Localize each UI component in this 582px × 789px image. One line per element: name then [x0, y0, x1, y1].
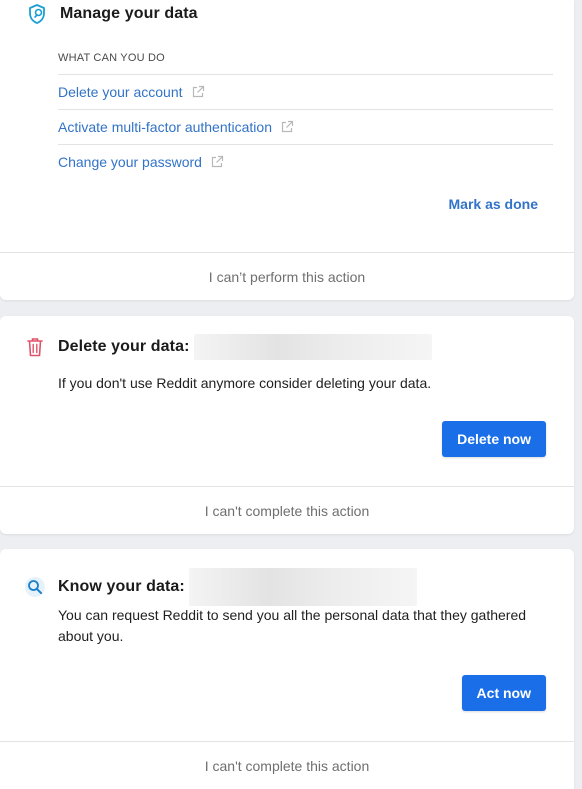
- act-now-button[interactable]: Act now: [461, 675, 546, 711]
- card-title: Know your data:: [58, 578, 185, 595]
- page-title: Manage your data: [60, 5, 198, 22]
- cant-complete-action-button[interactable]: I can't complete this action: [0, 741, 574, 789]
- action-label: Change your password: [58, 154, 202, 170]
- shield-icon: [26, 3, 48, 25]
- know-data-card: Know your data: You can request Reddit t…: [0, 549, 574, 789]
- know-data-header: Know your data:: [24, 568, 417, 606]
- activate-mfa-link[interactable]: Activate multi-factor authentication: [58, 110, 553, 145]
- redacted-value: [188, 568, 417, 606]
- delete-data-header: Delete your data:: [24, 334, 432, 360]
- footer-label: I can’t perform this action: [208, 268, 366, 285]
- external-link-icon: [210, 155, 224, 169]
- action-list: Delete your account Activate multi-facto…: [58, 74, 553, 179]
- footer-label: I can't complete this action: [204, 502, 370, 519]
- description-line: You can request Reddit to send you all t…: [58, 607, 527, 623]
- card-description: If you don't use Reddit anymore consider…: [58, 375, 432, 391]
- action-label: Activate multi-factor authentication: [58, 119, 272, 135]
- cant-complete-action-button[interactable]: I can't complete this action: [0, 486, 574, 534]
- action-label: Delete your account: [58, 84, 183, 100]
- card-title: Delete your data:: [58, 338, 190, 355]
- cant-perform-action-button[interactable]: I can’t perform this action: [0, 252, 574, 300]
- trash-icon: [24, 336, 46, 358]
- footer-label: I can't complete this action: [204, 757, 370, 774]
- card-description: You can request Reddit to send you all t…: [58, 605, 526, 647]
- manage-data-header: Manage your data: [26, 3, 198, 25]
- mark-as-done-button[interactable]: Mark as done: [449, 196, 538, 212]
- delete-now-button[interactable]: Delete now: [442, 421, 546, 457]
- change-password-link[interactable]: Change your password: [58, 145, 553, 179]
- manage-data-card: Manage your data WHAT CAN YOU DO Delete …: [0, 0, 574, 300]
- delete-data-card: Delete your data: If you don't use Reddi…: [0, 316, 574, 534]
- description-line: about you.: [58, 628, 124, 644]
- external-link-icon: [280, 120, 294, 134]
- search-icon: [24, 576, 46, 598]
- delete-account-link[interactable]: Delete your account: [58, 75, 553, 110]
- external-link-icon: [191, 85, 205, 99]
- redacted-value: [193, 334, 432, 360]
- section-label: WHAT CAN YOU DO: [58, 52, 165, 64]
